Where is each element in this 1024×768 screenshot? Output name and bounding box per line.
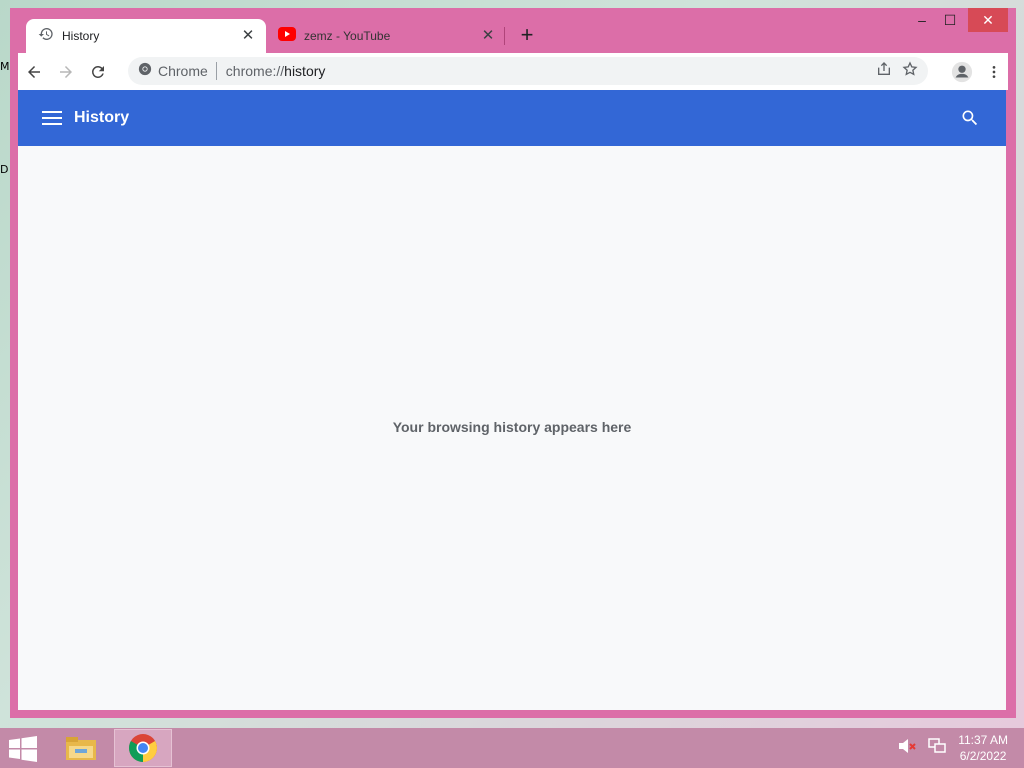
- taskbar: 11:37 AM 6/2/2022: [0, 728, 1024, 768]
- address-bar[interactable]: Chrome chrome://history: [128, 57, 928, 85]
- history-page: History Your browsing history appears he…: [18, 90, 1006, 710]
- minimize-button[interactable]: –: [910, 8, 934, 32]
- clock-date: 6/2/2022: [959, 749, 1007, 763]
- reload-icon: [91, 65, 104, 78]
- clock[interactable]: 11:37 AM 6/2/2022: [958, 732, 1008, 764]
- chrome-page-icon: [138, 62, 152, 81]
- bookmark-star-icon[interactable]: [902, 60, 918, 82]
- volume-muted-icon[interactable]: [898, 738, 916, 759]
- file-explorer-icon[interactable]: [52, 729, 110, 767]
- more-vert-icon: [992, 65, 996, 78]
- browser-toolbar: Chrome chrome://history: [18, 53, 1008, 90]
- back-button[interactable]: [18, 56, 50, 88]
- share-icon[interactable]: [876, 61, 892, 82]
- omnibox-chip-label: Chrome: [158, 63, 208, 79]
- history-header: History: [18, 90, 1006, 146]
- profile-avatar-icon: [951, 61, 973, 82]
- chrome-icon[interactable]: [114, 729, 172, 767]
- forward-button[interactable]: [50, 56, 82, 88]
- url-text[interactable]: chrome://history: [226, 63, 876, 79]
- empty-history-message: Your browsing history appears here: [392, 419, 632, 435]
- clock-time: 11:37 AM: [958, 733, 1008, 747]
- page-title: History: [74, 109, 130, 126]
- network-icon[interactable]: [928, 737, 946, 759]
- browser-window: History ✕ zemz - YouTube ✕ + – ☐ ✕ Chrom…: [10, 8, 1016, 718]
- history-icon: [38, 26, 54, 47]
- back-arrow-icon: [28, 65, 40, 78]
- menu-kebab-button[interactable]: [978, 56, 1010, 88]
- tab-title: History: [62, 29, 100, 43]
- system-tray: 11:37 AM 6/2/2022: [898, 730, 1008, 766]
- youtube-icon: [278, 26, 296, 46]
- windows-start-icon[interactable]: [8, 736, 38, 762]
- desktop-icon-label-m[interactable]: M: [0, 60, 10, 73]
- maximize-button[interactable]: ☐: [938, 8, 962, 32]
- close-window-button[interactable]: ✕: [968, 8, 1008, 32]
- reload-button[interactable]: [82, 56, 114, 88]
- tab-close-button[interactable]: ✕: [480, 28, 496, 44]
- forward-arrow-icon: [60, 65, 72, 78]
- tab-strip: History ✕ zemz - YouTube ✕ + – ☐ ✕: [10, 8, 1016, 53]
- tab-separator: [504, 27, 505, 45]
- hamburger-menu-icon[interactable]: [42, 108, 62, 128]
- tab-history[interactable]: History ✕: [26, 19, 266, 53]
- tab-title: zemz - YouTube: [304, 29, 391, 43]
- search-icon[interactable]: [960, 108, 980, 128]
- url-host: history: [284, 63, 326, 79]
- tab-close-button[interactable]: ✕: [240, 28, 256, 44]
- tab-youtube[interactable]: zemz - YouTube ✕: [274, 19, 506, 53]
- desktop-icon-label-d[interactable]: D: [0, 163, 8, 176]
- profile-button[interactable]: [946, 56, 978, 88]
- omnibox-divider: [215, 62, 217, 80]
- new-tab-button[interactable]: +: [516, 24, 538, 46]
- url-scheme: chrome://: [225, 63, 285, 79]
